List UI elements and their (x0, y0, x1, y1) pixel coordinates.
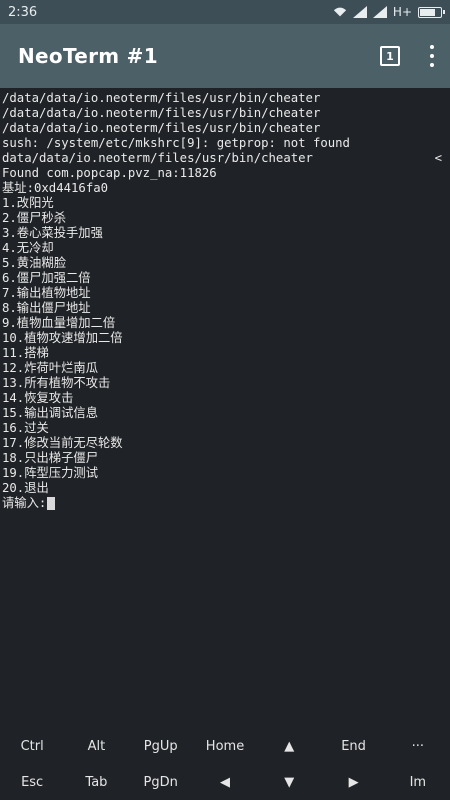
terminal-line: 16.过关 (2, 421, 49, 435)
extra-key-row2-0[interactable]: Esc (0, 764, 64, 800)
status-icons: H+ (333, 5, 445, 19)
more-vertical-icon[interactable] (428, 45, 436, 67)
terminal-line: 5.黄油糊脸 (2, 256, 66, 270)
terminal-line: 8.输出僵尸地址 (2, 301, 91, 315)
terminal-line: 20.退出 (2, 481, 49, 495)
extra-key-row1-6[interactable]: ··· (386, 728, 450, 764)
app-title: NeoTerm #1 (18, 44, 158, 68)
signal-icon (372, 6, 387, 18)
extra-key-row2-1[interactable]: Tab (64, 764, 128, 800)
extra-key-row1-2[interactable]: PgUp (129, 728, 193, 764)
terminal-line: data/data/io.neoterm/files/usr/bin/cheat… (2, 151, 442, 165)
terminal-line: 15.输出调试信息 (2, 406, 98, 420)
terminal-line: 3.卷心菜投手加强 (2, 226, 103, 240)
terminal-line: 11.搭梯 (2, 346, 49, 360)
extra-key-row1-0[interactable]: Ctrl (0, 728, 64, 764)
wifi-icon (333, 7, 347, 17)
input-prompt[interactable]: 请输入: (2, 496, 448, 511)
status-bar: 2:36 H+ (0, 0, 450, 24)
terminal-line: /data/data/io.neoterm/files/usr/bin/chea… (2, 91, 321, 105)
extra-key-row2-2[interactable]: PgDn (129, 764, 193, 800)
extra-keys-bar: Ctrl Alt PgUp Home ▲ End ··· Esc Tab PgDn ◀ ▼ ▶ Im (0, 728, 450, 800)
terminal-line: 10.植物攻速增加二倍 (2, 331, 123, 345)
terminal-line: 7.输出植物地址 (2, 286, 91, 300)
terminal-line: 18.只出梯子僵尸 (2, 451, 98, 465)
extra-key-row1-1[interactable]: Alt (64, 728, 128, 764)
terminal-line: 6.僵尸加强二倍 (2, 271, 91, 285)
battery-icon (418, 6, 445, 18)
extra-key-row1-5[interactable]: End (321, 728, 385, 764)
line-overflow-mark: < (434, 151, 442, 165)
session-switcher-button[interactable]: 1 (380, 46, 400, 66)
terminal-line: 1.改阳光 (2, 196, 54, 210)
terminal-line: /data/data/io.neoterm/files/usr/bin/chea… (2, 106, 321, 120)
extra-key-row2-3[interactable]: ◀ (193, 764, 257, 800)
terminal-line: /data/data/io.neoterm/files/usr/bin/chea… (2, 121, 321, 135)
app-bar: NeoTerm #1 1 (0, 24, 450, 88)
terminal-line: 2.僵尸秒杀 (2, 211, 66, 225)
status-time: 2:36 (8, 4, 38, 20)
terminal-line: 17.修改当前无尽轮数 (2, 436, 123, 450)
terminal-line: 12.炸荷叶烂南瓜 (2, 361, 98, 375)
terminal-line: 4.无冷却 (2, 241, 54, 255)
terminal-line: 13.所有植物不攻击 (2, 376, 111, 390)
terminal-line: 9.植物血量增加二倍 (2, 316, 116, 330)
terminal-line: 基址:0xd4416fa0 (2, 181, 109, 195)
extra-key-row2-4[interactable]: ▼ (257, 764, 321, 800)
battery-level (420, 8, 436, 16)
extra-key-row1-4[interactable]: ▲ (257, 728, 321, 764)
extra-key-row2-5[interactable]: ▶ (321, 764, 385, 800)
terminal-line: Found com.popcap.pvz_na:11826 (2, 166, 217, 180)
terminal-line: sush: /system/etc/mkshrc[9]: getprop: no… (2, 136, 350, 150)
extra-key-row2-6[interactable]: Im (386, 764, 450, 800)
extra-key-row1-3[interactable]: Home (193, 728, 257, 764)
terminal-cursor (47, 497, 56, 510)
signal-icon (352, 6, 367, 18)
network-type-label: H+ (392, 5, 412, 19)
terminal-line: 14.恢复攻击 (2, 391, 74, 405)
terminal-output[interactable]: /data/data/io.neoterm/files/usr/bin/chea… (0, 88, 450, 728)
terminal-line: 19.阵型压力测试 (2, 466, 98, 480)
